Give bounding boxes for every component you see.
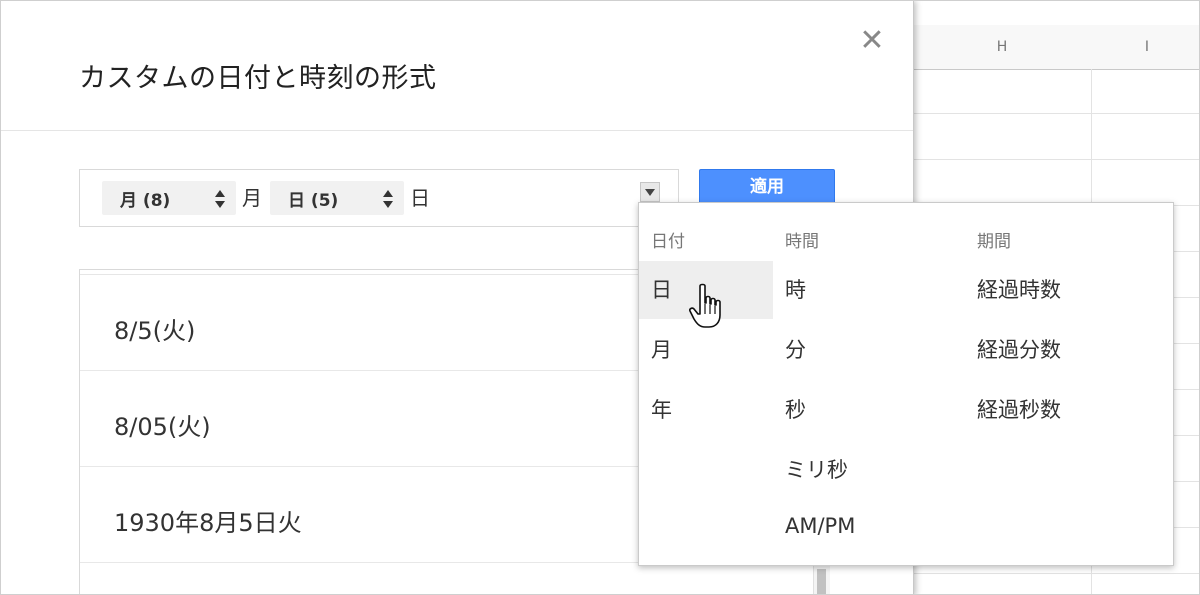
menu-item-elapsed-seconds[interactable]: 経過秒数 xyxy=(977,381,1061,439)
format-dropdown-toggle[interactable] xyxy=(640,182,660,202)
format-element-menu: 日付 時間 期間 日 月 年 時 分 秒 ミリ秒 AM/PM 経過時数 経過分数… xyxy=(638,202,1174,566)
menu-item-month[interactable]: 月 xyxy=(651,321,672,379)
chip-label: 月 (8) xyxy=(120,190,171,211)
chip-label: 日 (5) xyxy=(288,190,339,211)
close-button[interactable]: ✕ xyxy=(856,25,888,57)
stepper-arrows-icon xyxy=(215,190,225,208)
example-text: 8/5(火) xyxy=(114,317,196,345)
example-text: 1930年8月5日火 xyxy=(114,509,302,537)
screenshot-frame: H I カスタムの日付と時刻の形式 ✕ 月 (8) 月 日 (5) 日 適用 8… xyxy=(0,0,1200,595)
menu-item-hour[interactable]: 時 xyxy=(785,261,806,319)
format-chip-day[interactable]: 日 (5) xyxy=(270,181,404,215)
menu-item-minute[interactable]: 分 xyxy=(785,321,806,379)
menu-header-duration: 期間 xyxy=(977,232,1011,252)
menu-item-am-pm[interactable]: AM/PM xyxy=(785,497,855,555)
menu-item-millisecond[interactable]: ミリ秒 xyxy=(785,441,848,499)
menu-header-time: 時間 xyxy=(785,232,819,252)
format-chip-month[interactable]: 月 (8) xyxy=(102,181,236,215)
menu-item-year[interactable]: 年 xyxy=(651,381,672,439)
close-icon: ✕ xyxy=(859,23,885,58)
column-header-i[interactable]: I xyxy=(1091,25,1199,70)
format-separator-text: 月 xyxy=(242,186,262,210)
stepper-arrows-icon xyxy=(383,190,393,208)
format-separator-text: 日 xyxy=(410,186,430,210)
menu-item-elapsed-hours[interactable]: 経過時数 xyxy=(977,261,1061,319)
column-header-h[interactable]: H xyxy=(913,25,1092,70)
caret-down-icon xyxy=(645,188,655,196)
menu-item-second[interactable]: 秒 xyxy=(785,381,806,439)
scrollbar-thumb[interactable] xyxy=(817,569,826,594)
menu-item-elapsed-minutes[interactable]: 経過分数 xyxy=(977,321,1061,379)
sheet-row-line xyxy=(913,573,1199,574)
apply-button[interactable]: 適用 xyxy=(699,169,835,205)
sheet-toolbar-strip xyxy=(913,1,1199,26)
title-divider xyxy=(1,130,913,131)
menu-header-date: 日付 xyxy=(651,232,685,252)
sheet-row-line xyxy=(913,113,1199,114)
example-text: 8/05(火) xyxy=(114,413,211,441)
hand-pointer-cursor-icon xyxy=(689,283,721,328)
format-input-box[interactable]: 月 (8) 月 日 (5) 日 xyxy=(79,169,679,227)
sheet-row-line xyxy=(913,159,1199,160)
dialog-title: カスタムの日付と時刻の形式 xyxy=(79,63,437,94)
